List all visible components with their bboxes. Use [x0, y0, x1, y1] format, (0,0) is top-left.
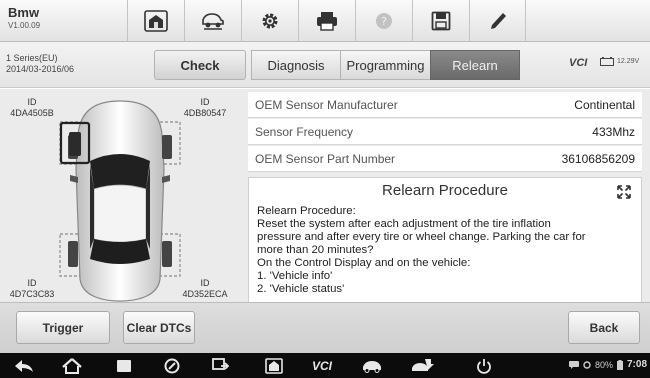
row-value: Continental	[574, 97, 635, 112]
function-bar: 1 Series(EU) 2014/03-2016/06 Check Diagn…	[0, 42, 650, 88]
action-bar: Trigger Clear DTCs Back	[0, 302, 650, 353]
check-button[interactable]: Check	[154, 50, 246, 80]
trigger-button[interactable]: Trigger	[16, 311, 110, 344]
procedure-text: Relearn Procedure: Reset the system afte…	[257, 205, 633, 296]
save-icon	[431, 11, 451, 30]
tire-id-value: 4DA4505B	[10, 108, 54, 118]
procedure-line: Relearn Procedure:	[257, 205, 356, 217]
system-nav-bar: VCI 80% 7:08	[0, 353, 650, 378]
nav-home-button[interactable]	[58, 357, 86, 374]
procedure-line: Reset the system after each adjustment o…	[257, 218, 551, 230]
nav-home-app-button[interactable]	[260, 357, 288, 374]
expand-icon	[617, 185, 631, 199]
print-icon	[317, 11, 337, 31]
row-value: 433Mhz	[592, 124, 635, 139]
procedure-line: pressure and after every tire or wheel c…	[257, 231, 586, 243]
tire-id-caption: ID	[27, 278, 37, 288]
car-service-icon	[412, 358, 434, 371]
nav-car-button[interactable]	[358, 357, 386, 374]
help-icon: ?	[376, 12, 392, 29]
tire-front-right[interactable]: ID 4DB80547	[172, 97, 238, 119]
tire-rear-right[interactable]: ID 4D352ECA	[172, 278, 238, 300]
relearn-procedure-box[interactable]: Relearn Procedure Relearn Procedure: Res…	[248, 177, 642, 302]
car-icon	[363, 360, 381, 373]
edit-button[interactable]	[469, 0, 526, 41]
vehicle-model: 1 Series(EU)	[6, 53, 58, 63]
tab-relearn[interactable]: Relearn	[430, 50, 520, 80]
tab-diagnosis[interactable]: Diagnosis	[251, 50, 341, 80]
power-icon	[477, 358, 491, 374]
row-label: OEM Sensor Manufacturer	[255, 97, 398, 112]
procedure-line: 1. 'Vehicle info'	[257, 270, 333, 282]
nav-browser-button[interactable]	[158, 357, 186, 374]
nav-power-button[interactable]	[470, 357, 498, 374]
clock: 7:08	[626, 359, 647, 370]
tire-id-caption: ID	[200, 278, 210, 288]
vehicle-years: 2014/03-2016/06	[6, 64, 75, 74]
print-button[interactable]	[298, 0, 355, 41]
sensor-info-panel: OEM Sensor Manufacturer Continental Sens…	[244, 89, 650, 302]
nav-screenshot-button[interactable]	[207, 357, 235, 374]
vci-status: VCI	[569, 57, 588, 69]
tire-id-caption: ID	[27, 97, 37, 107]
sync-icon	[583, 360, 591, 369]
recent-apps-icon	[117, 359, 131, 372]
help-button[interactable]: ?	[355, 0, 412, 41]
edit-icon	[490, 12, 506, 29]
row-label: OEM Sensor Part Number	[255, 151, 396, 166]
nav-back-button[interactable]	[10, 357, 38, 374]
tire-rear-left[interactable]: ID 4D7C3C83	[2, 278, 62, 300]
car-battery-icon	[600, 57, 614, 66]
save-button[interactable]	[412, 0, 469, 41]
android-home-icon	[62, 357, 82, 374]
vci-label: VCI	[311, 358, 332, 373]
nav-service-button[interactable]	[408, 357, 438, 374]
svg-text:?: ?	[381, 15, 387, 28]
battery-icon	[616, 359, 623, 370]
vehicle-lift-icon	[202, 12, 224, 30]
vehicle-lift-button[interactable]	[184, 0, 241, 41]
sensor-manufacturer-row: OEM Sensor Manufacturer Continental	[248, 92, 642, 118]
message-icon	[568, 360, 579, 369]
browser-icon	[164, 358, 180, 373]
tire-id-value: 4D352ECA	[182, 289, 228, 299]
clear-dtcs-button[interactable]: Clear DTCs	[123, 311, 195, 344]
home-icon	[265, 357, 283, 374]
procedure-line: more than 20 minutes?	[257, 244, 374, 256]
expand-button[interactable]	[617, 185, 631, 204]
tab-programming[interactable]: Programming	[340, 50, 431, 80]
app-name: Bmw	[8, 5, 40, 20]
home-icon	[144, 9, 168, 32]
vehicle-info: 1 Series(EU) 2014/03-2016/06	[6, 53, 74, 75]
app-title: Bmw V1.00.09	[8, 6, 40, 31]
procedure-title: Relearn Procedure	[382, 182, 508, 199]
battery-voltage-badge: 12.29V	[600, 57, 639, 66]
tire-id-value: 4DB80547	[183, 108, 227, 118]
procedure-line: 2. 'Vehicle status'	[257, 283, 345, 295]
battery-voltage: 12.29V	[617, 58, 640, 65]
status-area: 80% 7:08	[568, 359, 647, 370]
tire-diagram-panel: ID 4DA4505B ID 4DB80547 ID 4D7C3C83 ID 4…	[0, 89, 244, 302]
row-value: 36106856209	[561, 151, 635, 166]
tire-id-caption: ID	[200, 97, 210, 107]
back-arrow-icon	[15, 359, 33, 372]
home-button[interactable]	[127, 0, 184, 41]
nav-vci-button[interactable]: VCI	[305, 357, 339, 374]
back-button[interactable]: Back	[568, 311, 640, 344]
top-toolbar: Bmw V1.00.09 ?	[0, 0, 650, 42]
settings-icon	[262, 13, 278, 28]
battery-percent: 80%	[594, 359, 613, 370]
nav-recent-apps-button[interactable]	[110, 357, 138, 374]
sensor-frequency-row: Sensor Frequency 433Mhz	[248, 119, 642, 145]
row-label: Sensor Frequency	[255, 124, 354, 139]
tire-id-value: 4D7C3C83	[9, 289, 55, 299]
procedure-line: On the Control Display and on the vehicl…	[257, 257, 471, 269]
app-version: V1.00.09	[8, 21, 41, 30]
car-top-view	[59, 100, 181, 302]
sensor-part-number-row: OEM Sensor Part Number 36106856209	[248, 146, 642, 172]
screenshot-icon	[212, 357, 230, 370]
tire-front-left[interactable]: ID 4DA4505B	[2, 97, 62, 119]
settings-button[interactable]	[241, 0, 298, 41]
function-tabs: Diagnosis Programming Relearn	[251, 50, 520, 80]
